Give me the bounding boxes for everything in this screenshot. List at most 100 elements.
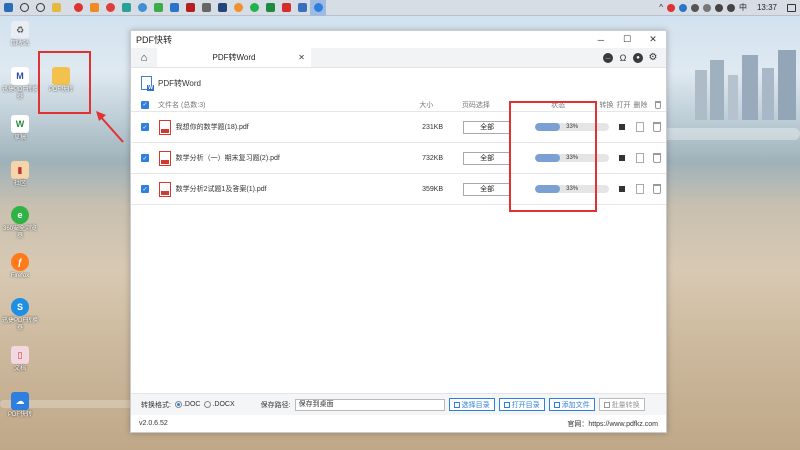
header-page: 页码选择 — [461, 101, 490, 109]
app-teal-icon[interactable] — [118, 0, 134, 16]
selection-highlight-box — [38, 51, 91, 114]
folder-taskbar-icon[interactable] — [48, 0, 64, 16]
desktop-icon[interactable]: M 迅捷PDF转换器 — [2, 67, 38, 101]
delete-icon[interactable] — [653, 122, 662, 132]
app-gray-icon[interactable] — [198, 0, 214, 16]
maximize-button[interactable]: ☐ — [614, 31, 640, 48]
status-highlight-box — [509, 101, 597, 212]
open-dir-button[interactable]: 打开目录 — [498, 398, 545, 411]
tray-app-icon[interactable] — [666, 3, 675, 12]
word-icon: W — [141, 76, 154, 91]
chat-icon[interactable]: … — [603, 52, 613, 63]
file-size: 359KB — [422, 185, 444, 193]
app-red3-icon[interactable] — [278, 0, 294, 16]
format-docx-label[interactable]: .DOCX — [212, 401, 234, 408]
search-icon[interactable] — [16, 0, 32, 16]
app-green-icon[interactable] — [150, 0, 166, 16]
format-docx-radio[interactable] — [204, 401, 212, 408]
app-green2-icon[interactable] — [262, 0, 278, 16]
page-select-button[interactable]: 全部 — [463, 182, 512, 196]
volume-icon[interactable] — [726, 3, 735, 12]
select-all-checkbox[interactable]: ✓ — [141, 100, 149, 109]
delete-icon[interactable] — [653, 153, 662, 163]
tab-bar: ⌂ PDF转Word ✕ … Ω ● ⚙ — [131, 48, 666, 68]
minimize-button[interactable]: ─ — [588, 31, 614, 48]
desktop-icon[interactable]: ▯ 文档 — [2, 346, 38, 373]
title-bar[interactable]: PDF快转 ─ ☐ ✕ — [131, 31, 666, 48]
cloud-pdf-icon: ☁ — [11, 392, 29, 410]
task-view-icon[interactable] — [32, 0, 48, 16]
cloud-icon[interactable] — [702, 3, 711, 12]
app-blue-icon[interactable] — [166, 0, 182, 16]
clock[interactable]: 13:37 — [757, 3, 777, 12]
input-language[interactable]: 中 — [739, 2, 747, 13]
stop-icon[interactable] — [619, 124, 625, 130]
page-select-button[interactable]: 全部 — [463, 120, 512, 134]
tray-app-icon[interactable] — [690, 3, 699, 12]
choose-dir-button[interactable]: 选择目录 — [448, 398, 495, 411]
network-icon[interactable] — [714, 3, 723, 12]
desktop-icon[interactable]: ƒ Firefox — [2, 253, 38, 280]
header-open: 打开 — [616, 101, 631, 109]
file-name: 数学分析2试题1及答案(1).pdf — [175, 186, 267, 193]
delete-icon[interactable] — [653, 184, 662, 194]
recycle-bin-icon: ♻ — [11, 21, 29, 39]
open-file-icon[interactable] — [635, 184, 644, 194]
browser-icon: e — [11, 206, 29, 224]
headset-icon[interactable]: Ω — [618, 53, 628, 63]
desktop-icon[interactable]: ▮ 社区 — [2, 161, 38, 188]
convert-icon — [603, 401, 610, 408]
close-button[interactable]: ✕ — [640, 31, 666, 48]
row-checkbox[interactable]: ✓ — [141, 154, 149, 162]
format-doc-label[interactable]: .DOC — [183, 401, 201, 408]
format-doc-radio[interactable] — [174, 401, 182, 408]
save-path-input[interactable]: 保存到桌面 — [294, 398, 445, 411]
chrome-icon[interactable] — [134, 0, 150, 16]
wechat-icon[interactable] — [246, 0, 262, 16]
row-checkbox[interactable]: ✓ — [141, 185, 149, 193]
app-blue2-icon[interactable] — [294, 0, 310, 16]
pdf-converter-window: PDF快转 ─ ☐ ✕ ⌂ PDF转Word ✕ … Ω ● ⚙ W PDF转W… — [130, 30, 667, 433]
pdf-app-taskbar-icon[interactable] — [310, 0, 326, 16]
add-file-button[interactable]: 添加文件 — [548, 398, 595, 411]
desktop-icon[interactable]: S 迅捷PDF转换器 — [2, 298, 38, 332]
page-select-button[interactable]: 全部 — [463, 151, 512, 165]
file-size: 732KB — [422, 154, 444, 162]
app-navy-icon[interactable] — [214, 0, 230, 16]
desktop-icon[interactable]: e 360安全浏览器 — [2, 206, 38, 240]
version-label: v2.0.6.52 — [139, 420, 168, 427]
app-orange-icon[interactable] — [86, 0, 102, 16]
app-darkred-icon[interactable] — [182, 0, 198, 16]
tab-close-icon[interactable]: ✕ — [298, 53, 305, 62]
windows-start-icon[interactable] — [0, 0, 16, 16]
app-red2-icon[interactable] — [102, 0, 118, 16]
city-skyline-background — [695, 50, 796, 120]
function-header: W PDF转Word — [131, 68, 666, 98]
home-icon[interactable]: ⌂ — [131, 48, 157, 67]
notification-icon[interactable] — [787, 3, 796, 12]
pdf-file-icon — [158, 181, 171, 197]
stop-icon[interactable] — [619, 155, 625, 161]
delete-all-icon[interactable] — [654, 100, 661, 109]
user-icon[interactable]: ● — [633, 52, 643, 63]
batch-convert-button[interactable]: 批量转换 — [598, 398, 645, 411]
app-red-icon[interactable] — [70, 0, 86, 16]
folder-icon — [453, 401, 460, 408]
desktop-icon[interactable]: ♻ 回收站 — [2, 21, 38, 48]
tab-pdf-to-word[interactable]: PDF转Word ✕ — [157, 48, 311, 67]
open-file-icon[interactable] — [635, 153, 644, 163]
tray-app-icon[interactable] — [678, 3, 687, 12]
firefox-icon: ƒ — [11, 253, 29, 271]
path-label: 保存路径: — [260, 401, 291, 409]
open-file-icon[interactable] — [635, 122, 644, 132]
desktop-icon[interactable]: W 草稿 — [2, 115, 38, 142]
stop-icon[interactable] — [619, 186, 625, 192]
chevron-up-icon[interactable]: ^ — [659, 3, 663, 12]
gear-icon[interactable]: ⚙ — [648, 52, 658, 63]
app-orange2-icon[interactable] — [230, 0, 246, 16]
row-checkbox[interactable]: ✓ — [141, 123, 149, 131]
file-name: 我想你的数学题(18).pdf — [175, 124, 249, 131]
format-label: 转换格式: — [141, 401, 171, 409]
desktop-icon[interactable]: ☁ PDF快转 — [2, 392, 38, 419]
website-link[interactable]: 官网：https://www.pdfkz.com — [567, 419, 658, 429]
